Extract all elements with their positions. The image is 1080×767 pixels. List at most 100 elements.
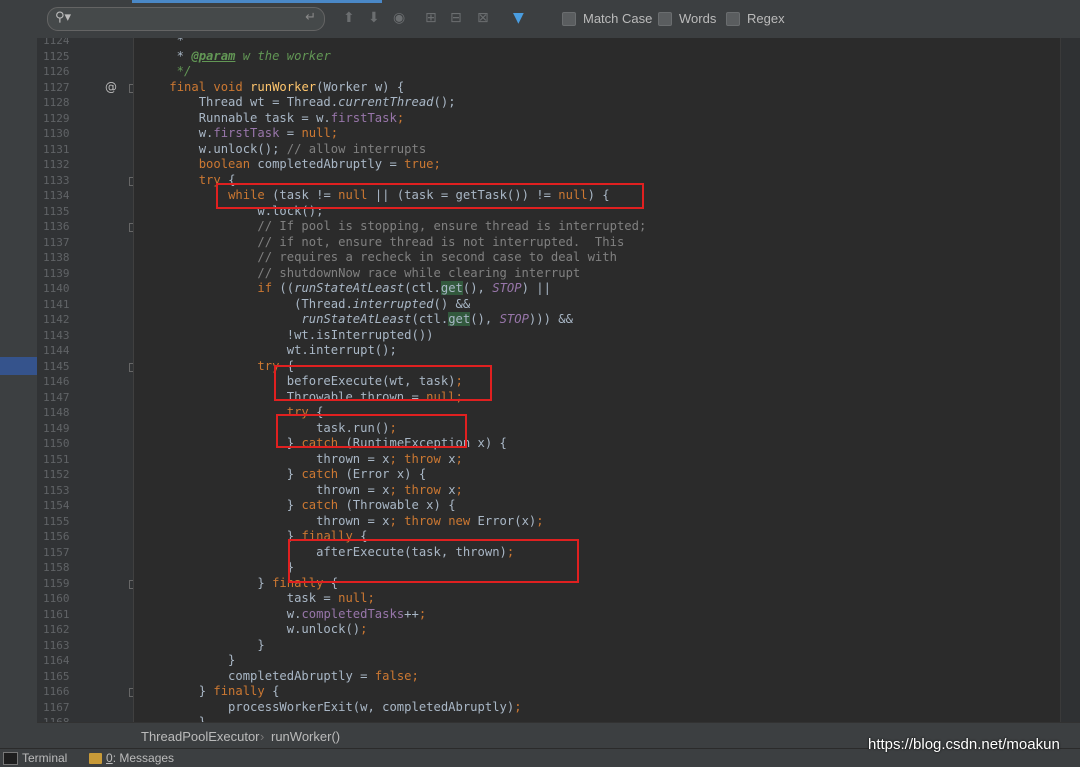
code-line: runStateAtLeast(ctl.get(), STOP))) && bbox=[140, 312, 573, 328]
code-token: ; bbox=[514, 699, 522, 714]
next-occurrence-icon[interactable]: ⬇ bbox=[368, 10, 380, 26]
match-case-checkbox[interactable] bbox=[562, 11, 576, 26]
regex-option[interactable]: Regex bbox=[726, 11, 785, 26]
code-token: completedAbruptly = bbox=[257, 157, 405, 171]
code-token: (), bbox=[462, 281, 493, 295]
code-line: // requires a recheck in second case to … bbox=[140, 250, 617, 266]
messages-tab[interactable]: 0: Messages bbox=[89, 751, 174, 765]
code-token: STOP bbox=[492, 281, 522, 295]
words-checkbox[interactable] bbox=[658, 11, 672, 26]
line-number: 1162 bbox=[43, 623, 70, 636]
line-number: 1157 bbox=[43, 545, 70, 559]
code-token: ; bbox=[418, 606, 427, 621]
code-line: thrown = x; throw new Error(x); bbox=[140, 514, 544, 530]
code-editor[interactable]: * * @param w the worker */ final void ru… bbox=[140, 38, 1020, 722]
filter-icon[interactable]: ▼ bbox=[513, 10, 524, 26]
code-token: ; bbox=[330, 126, 339, 140]
code-token: w. bbox=[140, 126, 214, 140]
code-line: } catch (Throwable x) { bbox=[140, 498, 456, 514]
code-line: !wt.isInterrupted()) bbox=[140, 328, 434, 344]
find-all-icon[interactable]: ◉ bbox=[393, 10, 405, 26]
messages-index: 0 bbox=[106, 751, 113, 765]
fold-marker-icon[interactable] bbox=[129, 579, 133, 589]
fold-marker-icon[interactable] bbox=[129, 83, 133, 93]
code-token: (Error x) { bbox=[345, 467, 427, 481]
line-number: 1163 bbox=[43, 638, 70, 652]
select-all-icon[interactable]: ⊠ bbox=[477, 10, 489, 26]
fold-marker-icon[interactable] bbox=[129, 223, 133, 232]
terminal-label: Terminal bbox=[22, 751, 68, 765]
add-selection-icon[interactable]: ⊞ bbox=[425, 10, 437, 26]
fold-marker-icon[interactable] bbox=[129, 176, 133, 186]
terminal-tab[interactable]: Terminal bbox=[3, 751, 67, 765]
code-token: } bbox=[140, 684, 214, 698]
code-token: ) || bbox=[521, 281, 551, 295]
line-number: 1137 bbox=[43, 235, 70, 249]
code-token: = bbox=[279, 126, 302, 140]
search-icon[interactable]: ⚲▾ bbox=[55, 10, 71, 25]
code-token: Runnable task = w. bbox=[140, 110, 331, 125]
code-line: // if not, ensure thread is not interrup… bbox=[140, 235, 624, 251]
tool-window-marker bbox=[0, 357, 37, 375]
code-line: } catch (Error x) { bbox=[140, 467, 426, 483]
editor-scrollbar[interactable] bbox=[1060, 38, 1080, 722]
code-line: w.completedTasks++; bbox=[140, 607, 426, 623]
search-input[interactable]: ⚲▾ ↵ bbox=[47, 7, 325, 31]
code-line: (Thread.interrupted() && bbox=[140, 297, 470, 313]
line-number: 1139 bbox=[43, 266, 70, 280]
line-number: 1127 bbox=[43, 80, 70, 94]
line-number: 1135 bbox=[43, 204, 70, 218]
code-token: // if not, ensure thread is not interrup… bbox=[257, 234, 625, 249]
line-number: 1150 bbox=[43, 437, 70, 450]
highlight-box-after-execute bbox=[288, 539, 579, 583]
line-number: 1155 bbox=[43, 514, 70, 528]
code-line: Runnable task = w.firstTask; bbox=[140, 111, 404, 127]
line-number: 1160 bbox=[43, 592, 70, 605]
messages-label: : Messages bbox=[112, 751, 175, 765]
code-token: throw bbox=[404, 451, 449, 466]
line-number: 1132 bbox=[43, 158, 70, 171]
words-option[interactable]: Words bbox=[658, 11, 716, 26]
code-token: thrown = x bbox=[140, 482, 390, 497]
code-token: } bbox=[140, 560, 295, 574]
code-token: firstTask bbox=[213, 126, 280, 140]
line-number: 1126 bbox=[43, 65, 70, 78]
code-token: Error(x) bbox=[477, 513, 537, 528]
code-token: ; bbox=[389, 513, 405, 528]
code-line: // shutdownNow race while clearing inter… bbox=[140, 266, 580, 282]
line-number: 1149 bbox=[43, 421, 70, 435]
previous-occurrence-icon[interactable]: ⬆ bbox=[343, 10, 355, 26]
line-number: 1143 bbox=[43, 328, 70, 342]
override-marker-icon[interactable]: @ bbox=[105, 80, 117, 94]
highlight-box-while-loop bbox=[216, 183, 644, 209]
line-number: 1154 bbox=[43, 499, 70, 512]
fold-marker-icon[interactable] bbox=[129, 362, 133, 372]
code-token: w. bbox=[140, 606, 302, 621]
code-token: ))) && bbox=[528, 312, 573, 326]
highlight-box-before-execute bbox=[274, 365, 492, 401]
code-token: true bbox=[404, 157, 434, 171]
highlight-box-task-run bbox=[276, 414, 467, 448]
remove-selection-icon[interactable]: ⊟ bbox=[450, 10, 462, 26]
code-token: ; bbox=[433, 157, 441, 171]
code-line: Thread wt = Thread.currentThread(); bbox=[140, 95, 456, 111]
line-number: 1158 bbox=[43, 561, 70, 574]
editor-gutter: @ 1124 1125 1126 1127 1128 1129 1130 1131 1132 11… bbox=[37, 38, 134, 722]
fold-marker-icon[interactable] bbox=[129, 688, 133, 697]
breadcrumb-method[interactable]: runWorker() bbox=[271, 729, 340, 744]
match-case-label: Match Case bbox=[583, 11, 653, 26]
code-token: completedTasks bbox=[301, 606, 405, 621]
code-token: throw new bbox=[404, 513, 478, 528]
enter-icon[interactable]: ↵ bbox=[305, 10, 316, 25]
match-case-option[interactable]: Match Case bbox=[562, 11, 652, 26]
breadcrumb-class[interactable]: ThreadPoolExecutor bbox=[141, 729, 260, 744]
code-token: catch bbox=[301, 498, 346, 512]
code-token: currentThread bbox=[338, 95, 434, 109]
regex-checkbox[interactable] bbox=[726, 11, 740, 26]
